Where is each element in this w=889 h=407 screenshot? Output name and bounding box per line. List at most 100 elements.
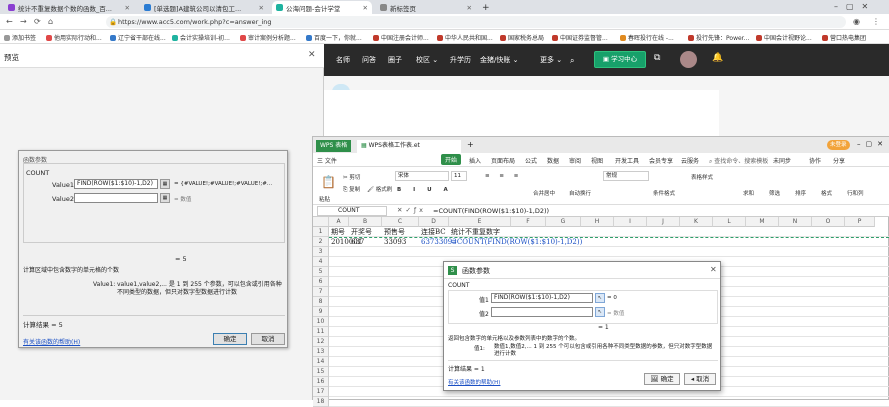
nav-item[interactable]: 更多 ⌄: [540, 55, 562, 65]
login-badge[interactable]: 未登录: [827, 140, 850, 150]
bookmark-item[interactable]: 辽宁省干部在线...: [110, 33, 166, 42]
close-icon[interactable]: ✕: [363, 4, 368, 12]
study-center-button[interactable]: ▣ 学习中心: [594, 51, 646, 68]
row-col-button[interactable]: 行和列: [847, 189, 864, 197]
menu-formula[interactable]: 公式: [525, 156, 537, 165]
paste-icon[interactable]: 📋: [321, 175, 336, 189]
browser-tab[interactable]: 统计不重复数据个数的函数_百... ✕: [4, 1, 134, 14]
close-icon[interactable]: ✕: [125, 4, 130, 12]
formula-icons[interactable]: ✕✓ƒx: [397, 206, 426, 214]
merge-center-button[interactable]: 合并居中: [533, 189, 555, 197]
menu-sync[interactable]: 未同步: [773, 156, 791, 165]
row-header[interactable]: 8: [313, 297, 329, 307]
bookmark-item[interactable]: 投行先锋：Power...: [688, 33, 749, 42]
bookmark-item[interactable]: 中国会计视野论...: [756, 33, 812, 42]
menu-file[interactable]: 三 文件: [317, 156, 337, 165]
column-header[interactable]: C: [382, 217, 419, 227]
row-header[interactable]: 16: [313, 377, 329, 387]
row-header[interactable]: 13: [313, 347, 329, 357]
forward-icon[interactable]: →: [20, 17, 27, 26]
wrap-text-button[interactable]: 自动换行: [569, 189, 591, 197]
format-painter-button[interactable]: 🖌 格式刷: [367, 185, 392, 193]
align-buttons[interactable]: ≡ ≡ ≡: [485, 173, 522, 179]
column-header[interactable]: P: [845, 217, 875, 227]
collapse-icon[interactable]: ↖: [595, 293, 605, 303]
menu-home[interactable]: 开始: [441, 154, 462, 165]
column-header[interactable]: O: [812, 217, 845, 227]
column-header[interactable]: J: [647, 217, 680, 227]
cell-B2[interactable]: 637: [351, 237, 364, 247]
nav-item[interactable]: 金猪/快账 ⌄: [480, 55, 518, 65]
menu-icon[interactable]: ⋮: [872, 17, 880, 26]
bookmark-item[interactable]: 百度一下，你就...: [306, 33, 362, 42]
browser-tab[interactable]: 新标签页 ✕: [376, 1, 476, 14]
cancel-button[interactable]: 取消: [251, 333, 285, 345]
sum-button[interactable]: 求和: [743, 189, 754, 197]
cell-B1[interactable]: 开奖号: [351, 227, 372, 237]
window-controls[interactable]: –▢✕: [834, 2, 876, 11]
cell-C2[interactable]: 33093: [384, 237, 406, 247]
bookmark-item[interactable]: 审计案例分析题...: [240, 33, 296, 42]
column-header[interactable]: D: [419, 217, 449, 227]
row-header[interactable]: 7: [313, 287, 329, 297]
value1-input[interactable]: FIND(ROW($1:$10)-1,D2): [74, 179, 158, 189]
cell-A1[interactable]: 期号: [331, 227, 345, 237]
menu-insert[interactable]: 插入: [469, 156, 481, 165]
cell-E2[interactable]: =COUNT(FIND(ROW($1:$10)-1,D2)): [451, 237, 582, 247]
row-header[interactable]: 12: [313, 337, 329, 347]
column-header[interactable]: H: [581, 217, 614, 227]
app-icon[interactable]: ⧉: [654, 53, 660, 63]
command-search[interactable]: ⌕ 查找命令、搜索模板: [709, 156, 768, 166]
reload-icon[interactable]: ⟳: [34, 17, 41, 26]
column-header[interactable]: E: [449, 217, 511, 227]
bookmark-item[interactable]: 中国证券监督管...: [552, 33, 608, 42]
menu-share[interactable]: 分享: [833, 156, 845, 165]
browser-tab-active[interactable]: 公海问题-会计学堂 ✕: [272, 1, 372, 14]
font-select[interactable]: 宋体: [395, 171, 449, 181]
column-header[interactable]: B: [349, 217, 382, 227]
menu-member[interactable]: 会员专享: [649, 156, 673, 165]
row-header[interactable]: 11: [313, 327, 329, 337]
url-field[interactable]: 🔒 https://www.acc5.com/work.php?c=answer_…: [106, 16, 846, 28]
sort-button[interactable]: 排序: [795, 189, 806, 197]
nav-item[interactable]: 圈子: [388, 55, 402, 65]
row-header[interactable]: 3: [313, 247, 329, 257]
menu-review[interactable]: 审阅: [569, 156, 581, 165]
row-header[interactable]: 9: [313, 307, 329, 317]
value2-input[interactable]: [491, 307, 593, 317]
row-header[interactable]: 15: [313, 367, 329, 377]
doc-tab[interactable]: ▦ WPS表格工作表.et: [357, 140, 461, 153]
profile-icon[interactable]: ◉: [853, 17, 860, 26]
name-box[interactable]: COUNT: [317, 206, 387, 216]
cut-button[interactable]: ✂ 剪切: [343, 173, 360, 181]
collapse-icon[interactable]: ↖: [595, 307, 605, 317]
column-header[interactable]: F: [511, 217, 546, 227]
column-header[interactable]: A: [329, 217, 349, 227]
nav-item[interactable]: 名师: [336, 55, 350, 65]
close-icon[interactable]: ✕: [467, 4, 472, 12]
cell-C1[interactable]: 预售号: [384, 227, 405, 237]
new-tab-button[interactable]: +: [478, 1, 490, 14]
bookmark-item[interactable]: 国家税务总局: [500, 33, 544, 42]
table-style-button[interactable]: 表格样式: [691, 173, 713, 181]
conditional-format-button[interactable]: 条件格式: [653, 189, 675, 197]
row-header[interactable]: 1: [313, 227, 329, 237]
menu-developer[interactable]: 开发工具: [615, 156, 639, 165]
menu-data[interactable]: 数据: [547, 156, 559, 165]
cell-D1[interactable]: 连接BC: [421, 227, 446, 237]
bookmark-item[interactable]: 他用实际行动和...: [46, 33, 102, 42]
collapse-icon[interactable]: ▦: [160, 193, 170, 203]
menu-view[interactable]: 视图: [591, 156, 603, 165]
back-icon[interactable]: ←: [6, 17, 13, 26]
help-link[interactable]: 有关该函数的帮助(H): [448, 378, 500, 386]
bookmark-item[interactable]: 中国注册会计师...: [373, 33, 429, 42]
close-icon[interactable]: ✕: [259, 4, 264, 12]
formula-input[interactable]: =COUNT(FIND(ROW($1:$10)-1,D2)): [433, 206, 883, 216]
column-header[interactable]: I: [614, 217, 647, 227]
row-header[interactable]: 10: [313, 317, 329, 327]
avatar[interactable]: [680, 51, 697, 68]
window-controls[interactable]: –▢✕: [857, 140, 888, 148]
bookmark-item[interactable]: 营口热电集团: [822, 33, 866, 42]
row-header[interactable]: 17: [313, 387, 329, 397]
cancel-button[interactable]: ◂ 取消: [684, 373, 716, 385]
